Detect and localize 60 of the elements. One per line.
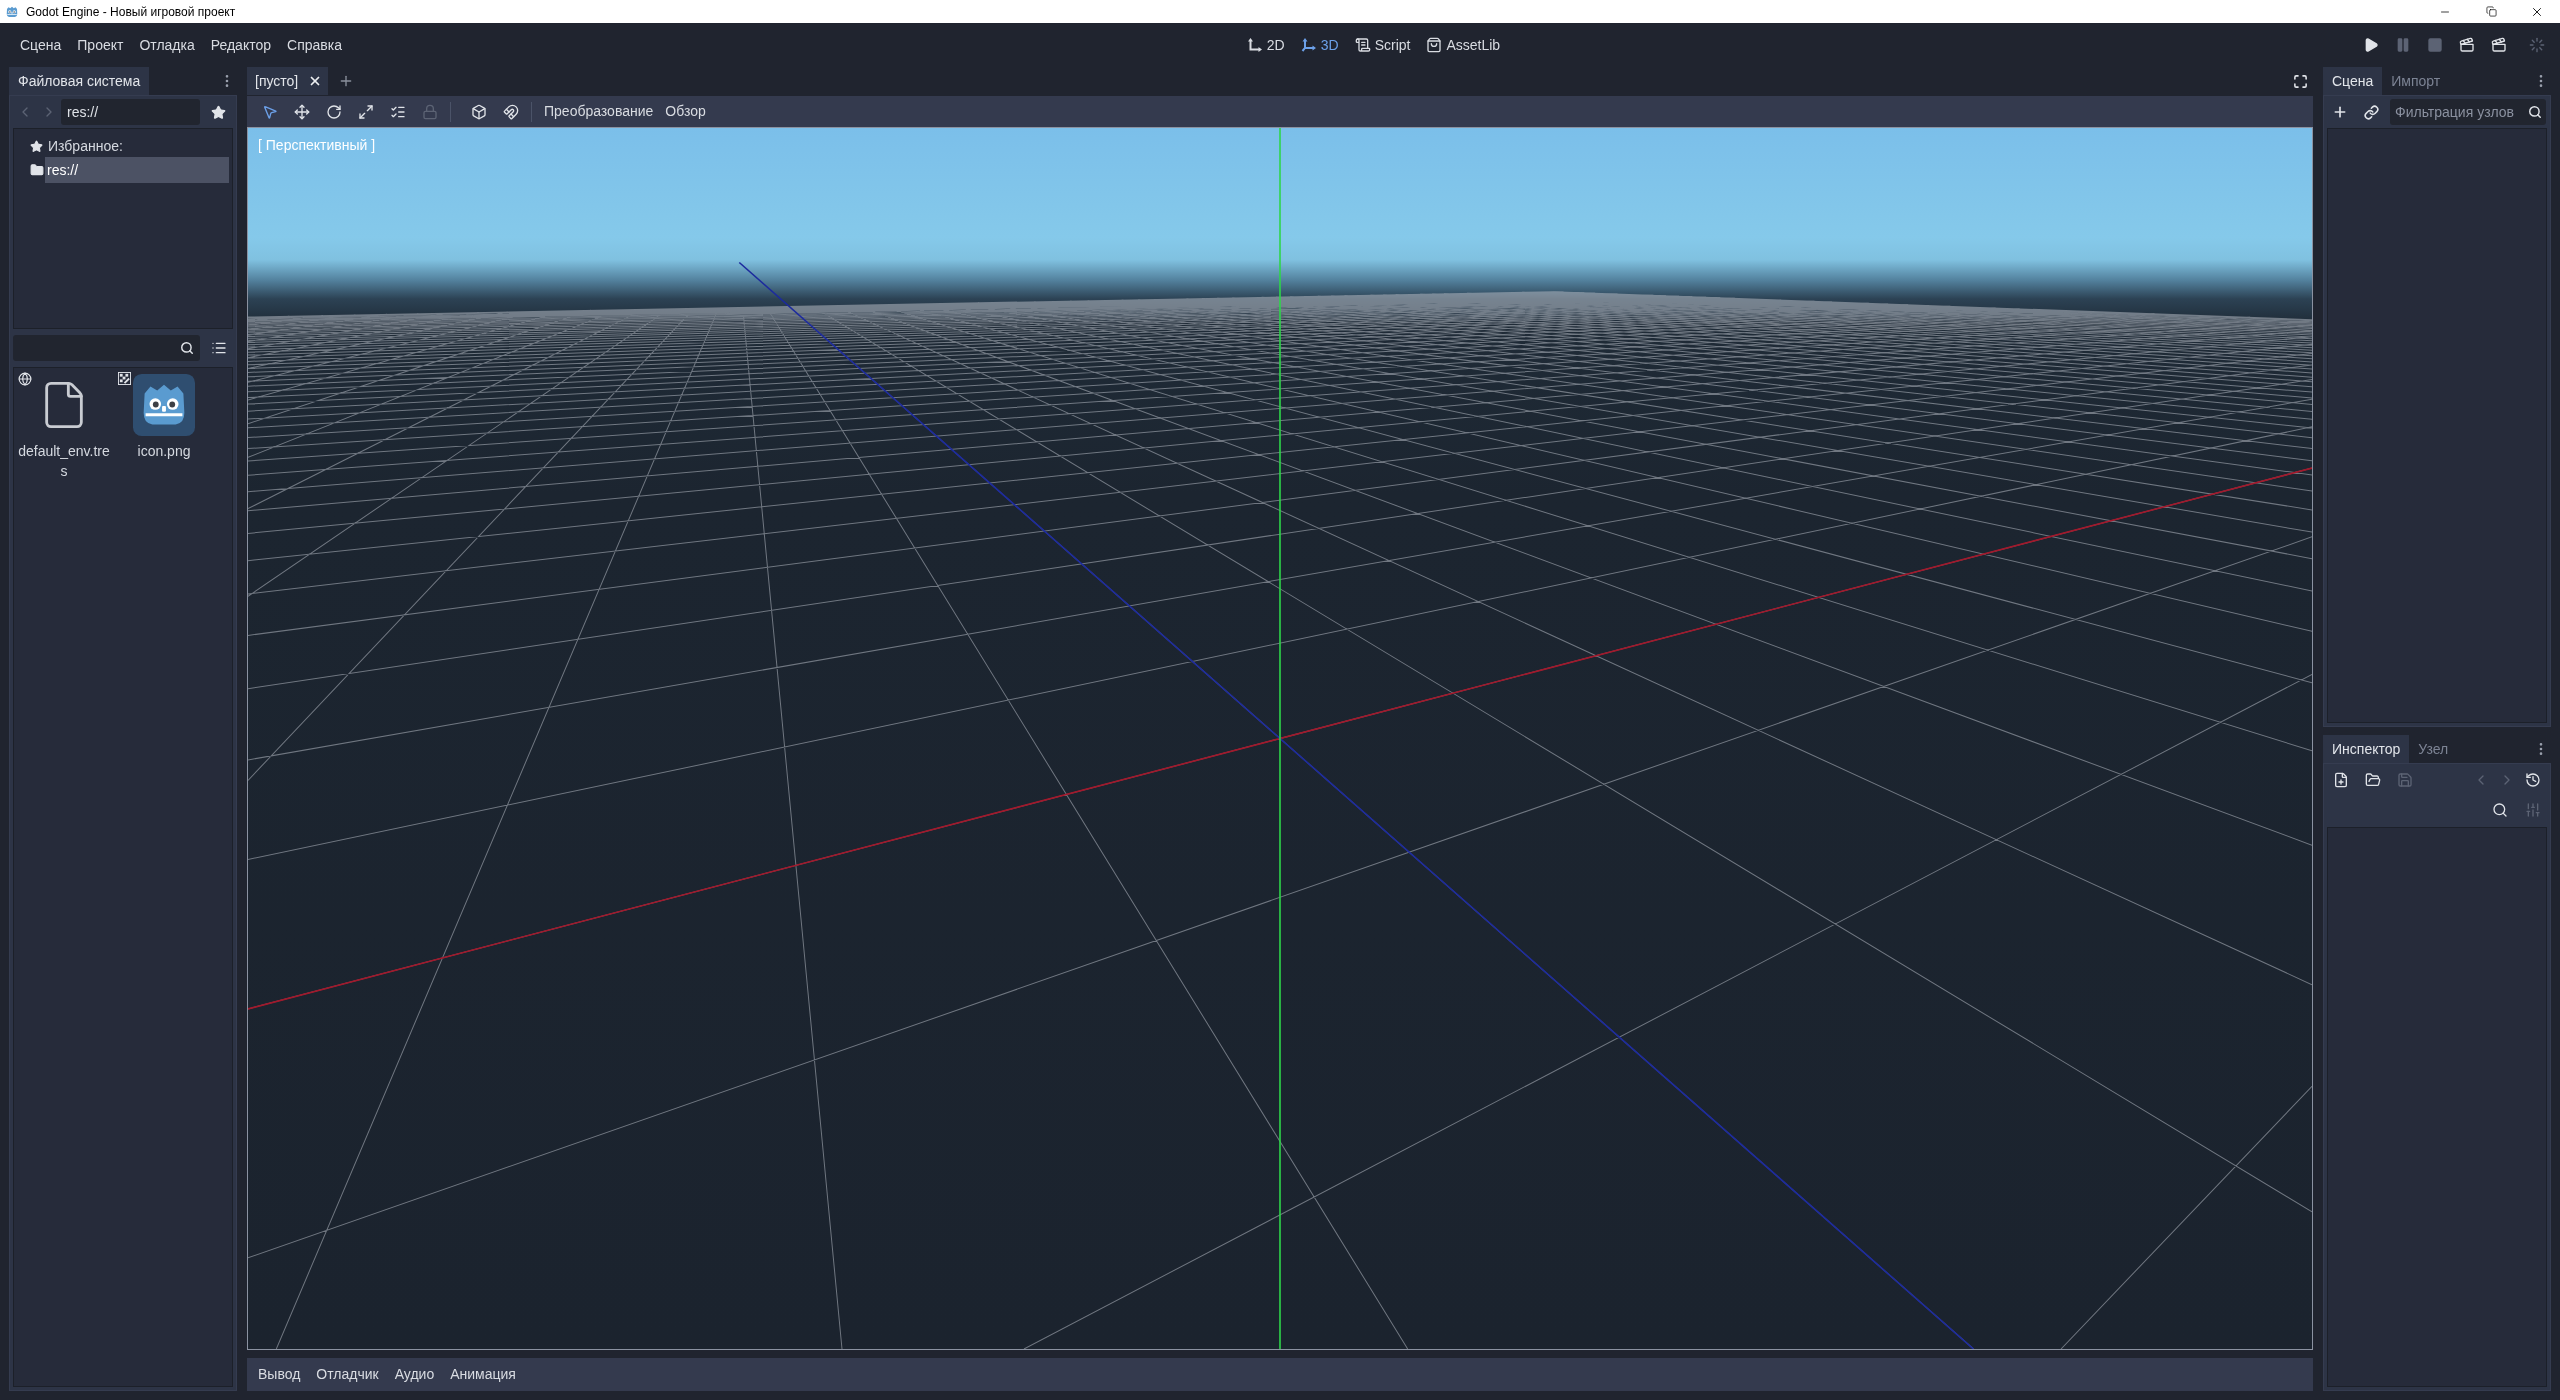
window-title: Godot Engine - Новый игровой проект [26, 3, 236, 21]
pointer-icon[interactable] [262, 103, 278, 120]
scene-tab[interactable]: [пусто] [247, 67, 329, 95]
clapperboard-icon[interactable] [2491, 37, 2507, 53]
dock-tab[interactable]: Узел [2409, 735, 2458, 763]
main-screen-tab[interactable]: Script [1349, 31, 1416, 59]
menu-item[interactable]: Сцена [12, 31, 70, 59]
bottom-panel-tab[interactable]: Анимация [442, 1360, 524, 1389]
menu-item[interactable]: Отладка [131, 31, 203, 59]
clapperboard-icon[interactable] [2459, 37, 2475, 53]
tree-item[interactable]: res:// [45, 157, 229, 183]
rotate-icon[interactable] [326, 103, 342, 120]
open-folder-icon[interactable] [2365, 772, 2381, 788]
scroll-icon [1354, 37, 1371, 53]
move-icon[interactable] [294, 103, 310, 120]
bottom-panel-tab[interactable]: Аудио [386, 1360, 443, 1389]
menu-item[interactable]: Справка [279, 31, 350, 59]
dock-tab[interactable]: Инспектор [2323, 735, 2410, 763]
list-view-icon[interactable] [211, 340, 227, 356]
dock-tab[interactable]: Сцена [2323, 67, 2383, 95]
search-icon[interactable] [2492, 802, 2508, 818]
toolbar-menu[interactable]: Преобразование [538, 98, 660, 125]
menu-item[interactable]: Редактор [202, 31, 279, 59]
bottom-panel-tab[interactable]: Вывод [250, 1360, 309, 1389]
file-name: default_env.tres [17, 442, 111, 481]
globe-icon [18, 372, 32, 386]
main-screen-tab[interactable]: AssetLib [1421, 31, 1506, 59]
star-icon [30, 139, 43, 153]
search-field[interactable] [13, 335, 200, 361]
bag-icon [1426, 37, 1443, 53]
favorites-label: Избранное: [48, 136, 123, 156]
axes-3d-icon [1300, 37, 1317, 53]
dock-tab[interactable]: Импорт [2382, 67, 2450, 95]
scale-icon[interactable] [358, 103, 374, 120]
checkered-image-icon [118, 372, 131, 385]
play-icon[interactable] [2363, 37, 2379, 53]
star-icon[interactable] [211, 104, 226, 120]
history-icon[interactable] [2525, 772, 2541, 788]
path-field[interactable]: res:// [61, 99, 200, 125]
restore-icon[interactable] [2485, 6, 2497, 17]
main-screen-tab[interactable]: 3D [1295, 31, 1344, 59]
axes-icon [1246, 37, 1263, 53]
new-file-icon[interactable] [2333, 772, 2349, 788]
toolbar-menu[interactable]: Обзор [659, 98, 712, 125]
link-icon[interactable] [2364, 104, 2379, 120]
menu-item[interactable]: Проект [69, 31, 132, 59]
cube-icon[interactable] [471, 103, 487, 120]
dock-tab[interactable]: Файловая система [9, 67, 150, 95]
filter-field[interactable]: Фильтрация узлов [2390, 99, 2546, 125]
magnet-icon[interactable] [503, 103, 519, 120]
folder-icon [30, 163, 44, 177]
plus-icon[interactable] [2332, 104, 2348, 120]
fullscreen-icon[interactable] [2293, 73, 2308, 89]
robot-head-thumbnail-icon[interactable] [133, 374, 195, 436]
file-name: icon.png [136, 442, 192, 461]
search-icon[interactable] [2528, 105, 2542, 119]
main-screen-tab[interactable]: 2D [1241, 31, 1290, 59]
search-icon[interactable] [180, 341, 194, 355]
spinner-icon [2529, 37, 2545, 53]
bottom-panel-tab[interactable]: Отладчик [308, 1360, 387, 1389]
